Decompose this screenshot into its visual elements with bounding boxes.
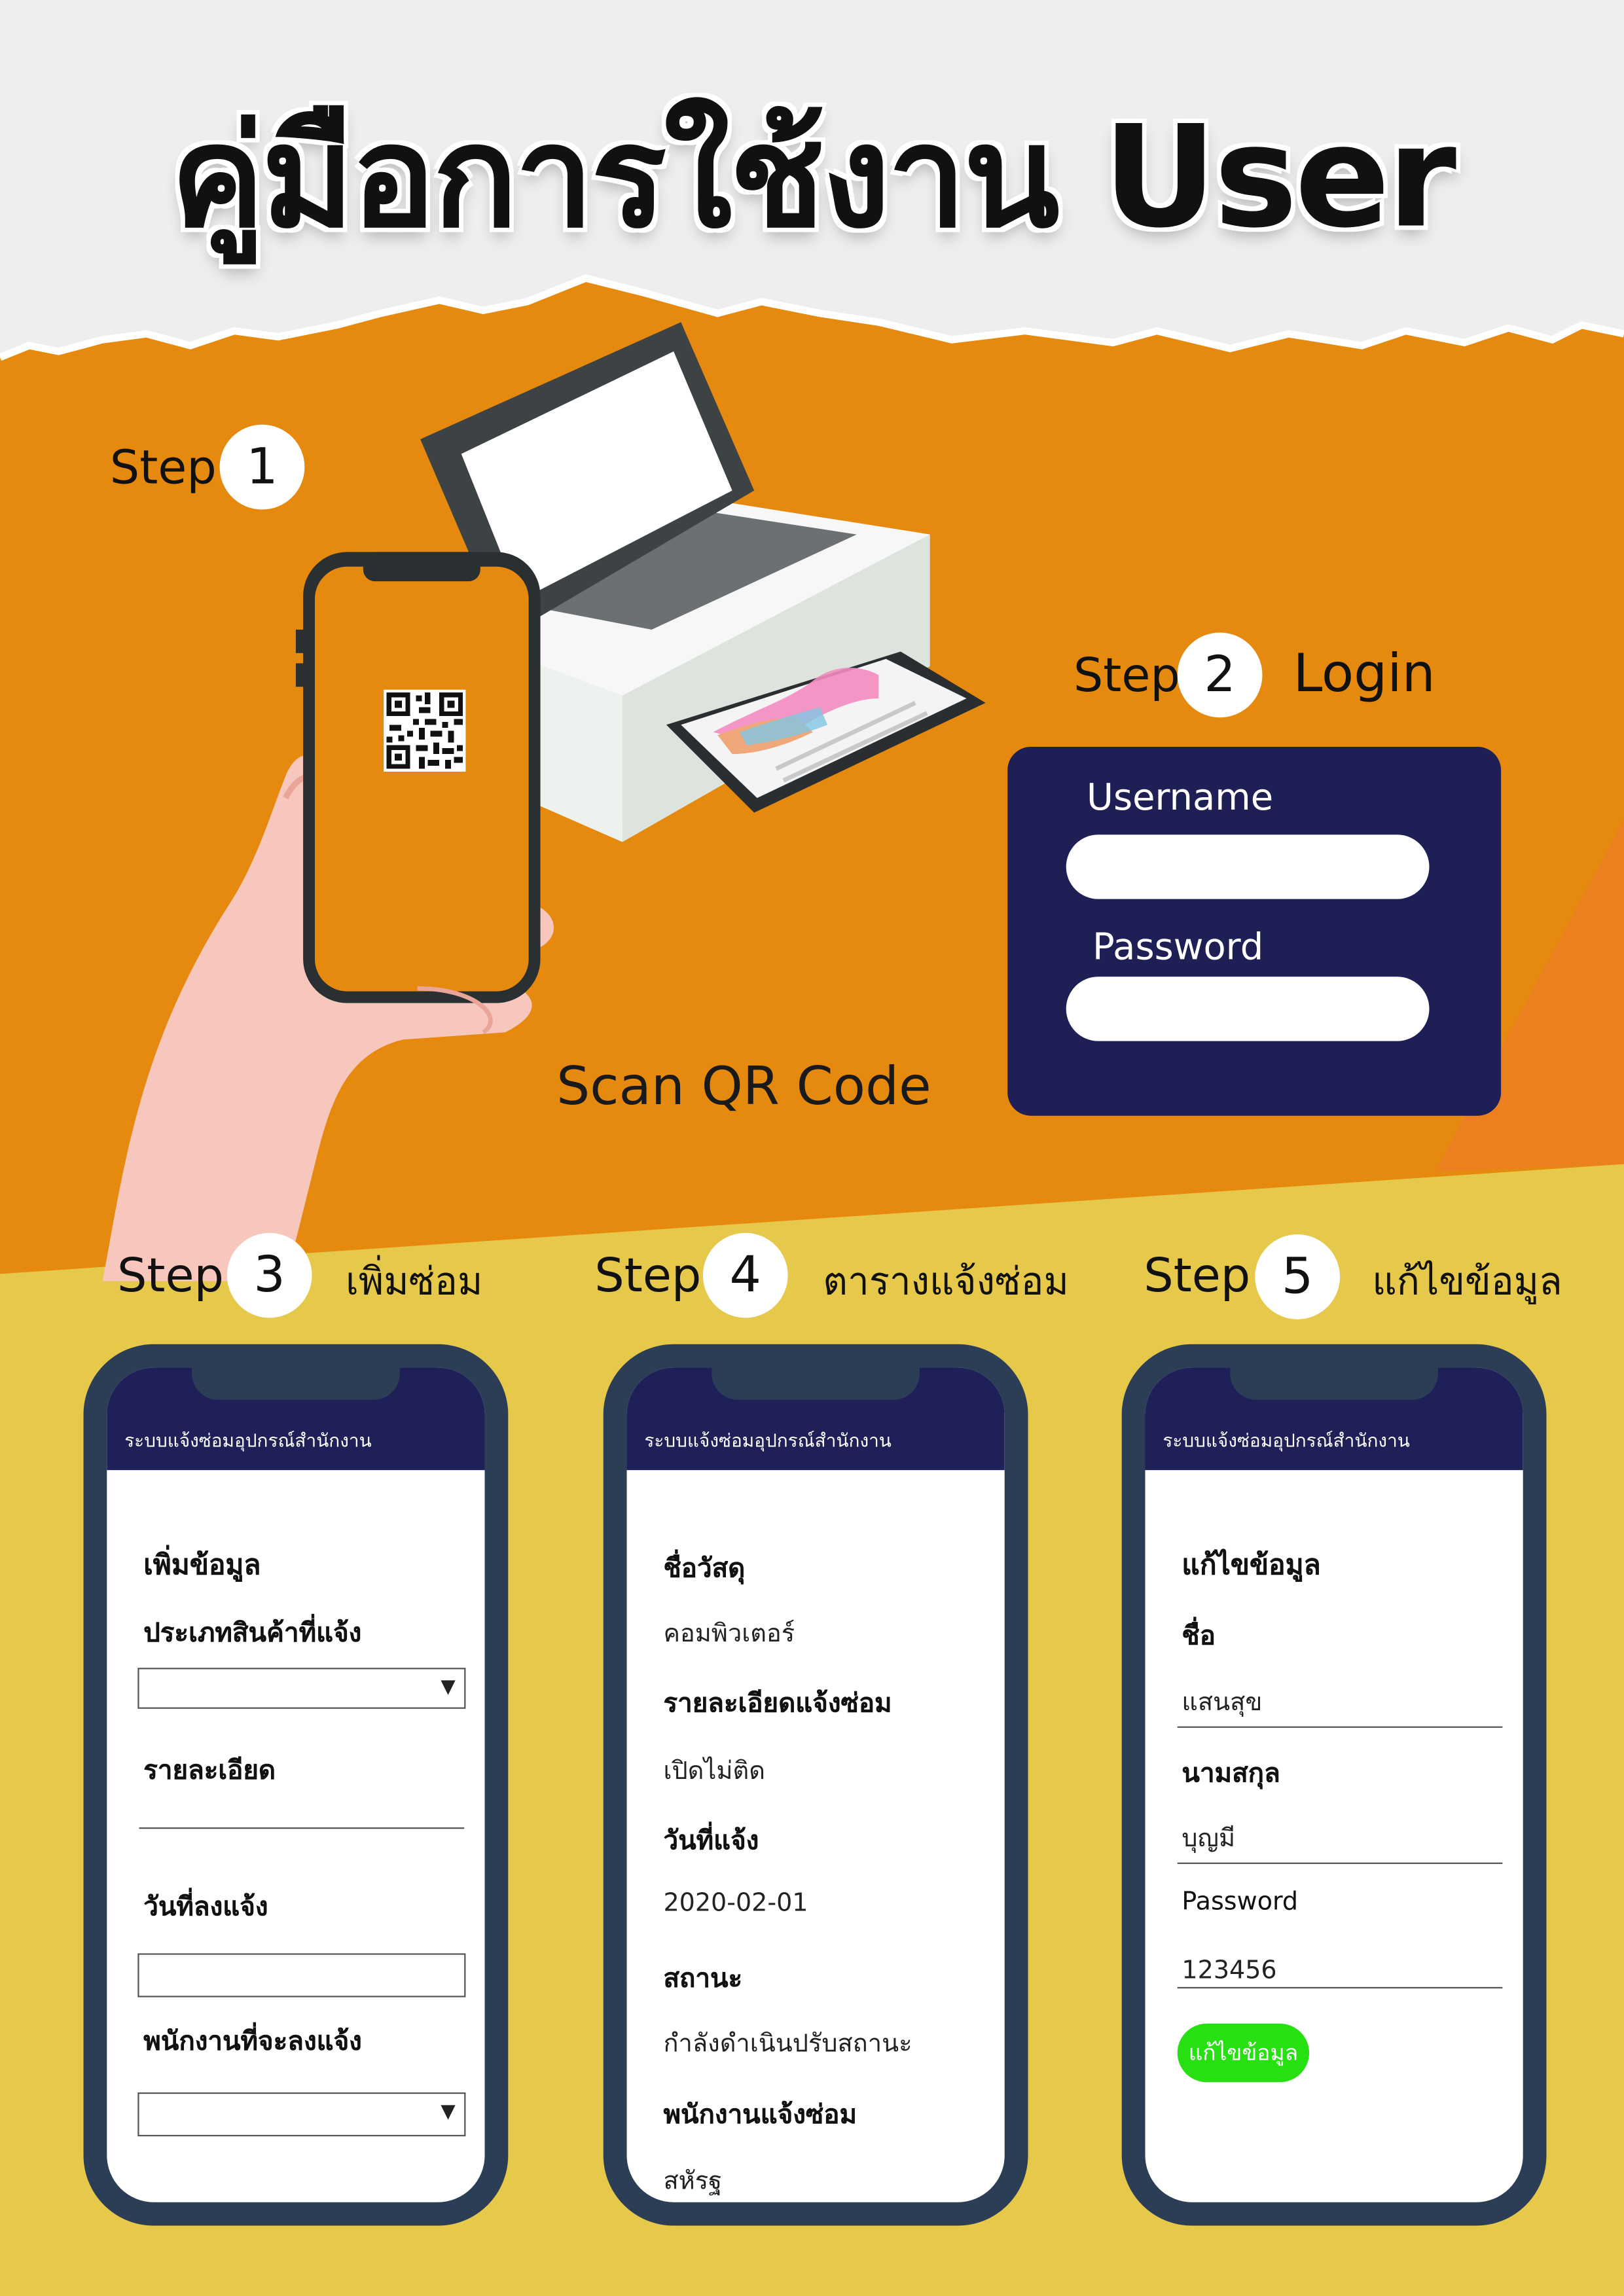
detail-label: รายละเอียด [143, 1755, 276, 1787]
scan-qr-caption: Scan QR Code [556, 1057, 931, 1117]
phone-notch [192, 1367, 400, 1400]
row-label: สถานะ [663, 1964, 743, 1995]
row-label: รายละเอียดแจ้งซ่อม [663, 1688, 892, 1719]
poster-title: คู่มือการใช้งาน User [170, 95, 1456, 259]
step1-word: Step [109, 439, 217, 495]
password-label: Password [1092, 925, 1264, 968]
row-label: ชื่อวัสดุ [663, 1553, 746, 1585]
row-value: กำลังดำเนินปรับสถานะ [663, 2029, 912, 2059]
phone-add-repair: ระบบแจ้งซ่อมอุปกรณ์สำนักงาน เพิ่มข้อมูล … [83, 1344, 509, 2226]
chevron-down-icon: ▼ [441, 1676, 456, 1699]
password-underline [1177, 1986, 1503, 1989]
name-label: ชื่อ [1182, 1621, 1216, 1652]
password-input[interactable] [1066, 977, 1430, 1041]
surname-underline [1177, 1862, 1503, 1864]
product-type-select[interactable]: ▼ [137, 1668, 466, 1709]
surname-input[interactable]: บุญมี [1182, 1819, 1235, 1858]
phone-screen: ระบบแจ้งซ่อมอุปกรณ์สำนักงาน เพิ่มข้อมูล … [107, 1367, 485, 2202]
product-type-label: ประเภทสินค้าที่แจ้ง [143, 1618, 362, 1649]
step2-title: Login [1293, 644, 1435, 705]
chevron-down-icon: ▼ [441, 2101, 456, 2123]
staff-label: พนักงานที่จะลงแจ้ง [143, 2026, 362, 2058]
step5-title: แก้ไขข้อมูล [1372, 1261, 1562, 1305]
qr-code-icon [384, 689, 466, 772]
step4-title: ตารางแจ้งซ่อม [823, 1261, 1069, 1305]
row-value: เปิดไม่ติด [663, 1757, 765, 1787]
step4-word: Step [594, 1247, 702, 1304]
phone-repair-table: ระบบแจ้งซ่อมอุปกรณ์สำนักงาน ชื่อวัสดุ คอ… [603, 1344, 1028, 2226]
phone-notch [712, 1367, 920, 1400]
password-input[interactable]: 123456 [1182, 1956, 1276, 1986]
date-input[interactable] [137, 1953, 466, 1998]
poster: คู่มือการใช้งาน User Step 1 Scan QR Code… [0, 0, 1624, 2296]
row-value: 2020-02-01 [663, 1888, 808, 1918]
step1-number: 1 [219, 424, 305, 510]
row-value: สหัรฐ [663, 2167, 723, 2197]
step3-title: เพิ่มซ่อม [345, 1261, 483, 1305]
phone-notch [1230, 1367, 1438, 1400]
step3-word: Step [117, 1247, 224, 1304]
name-input[interactable]: แสนสุข [1182, 1683, 1262, 1722]
surname-label: นามสกุล [1182, 1758, 1280, 1789]
step3-number: 3 [226, 1232, 312, 1318]
detail-input[interactable] [139, 1827, 465, 1829]
hand-phone-illustration [102, 552, 554, 1282]
form-title: เพิ่มข้อมูล [143, 1549, 261, 1582]
step5-word: Step [1144, 1247, 1251, 1304]
form-title: แก้ไขข้อมูล [1182, 1549, 1321, 1582]
step2-number: 2 [1177, 632, 1263, 718]
date-label: วันที่ลงแจ้ง [143, 1892, 268, 1923]
step2-word: Step [1073, 647, 1180, 703]
row-label: วันที่แจ้ง [663, 1825, 759, 1857]
row-label: พนักงานแจ้งซ่อม [663, 2100, 857, 2131]
step5-number: 5 [1255, 1234, 1341, 1319]
phone-screen: ระบบแจ้งซ่อมอุปกรณ์สำนักงาน ชื่อวัสดุ คอ… [626, 1367, 1005, 2202]
login-card: Username Password [1007, 746, 1502, 1116]
phone-edit-profile: ระบบแจ้งซ่อมอุปกรณ์สำนักงาน แก้ไขข้อมูล … [1121, 1344, 1547, 2226]
staff-select[interactable]: ▼ [137, 2092, 466, 2137]
username-input[interactable] [1066, 834, 1430, 899]
phone-screen: ระบบแจ้งซ่อมอุปกรณ์สำนักงาน แก้ไขข้อมูล … [1145, 1367, 1523, 2202]
username-label: Username [1087, 776, 1274, 819]
name-underline [1177, 1726, 1503, 1728]
password-label: Password [1182, 1887, 1299, 1917]
row-value: คอมพิวเตอร์ [663, 1619, 795, 1649]
step4-number: 4 [702, 1232, 788, 1318]
edit-submit-button[interactable]: แก้ไขข้อมูล [1177, 2023, 1310, 2083]
